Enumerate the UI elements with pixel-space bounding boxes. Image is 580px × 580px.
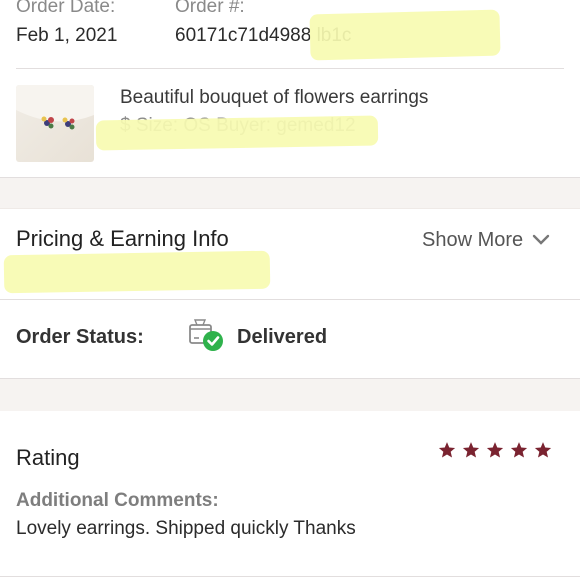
rating-title: Rating	[16, 445, 80, 470]
redaction-highlight	[3, 250, 271, 294]
order-date-value: Feb 1, 2021	[16, 25, 118, 46]
show-more-label: Show More	[422, 229, 524, 251]
section-gap	[0, 379, 580, 411]
additional-comments-text: Lovely earrings. Shipped quickly Thanks	[16, 518, 356, 539]
divider	[0, 299, 580, 300]
section-gap	[0, 178, 580, 208]
additional-comments-label: Additional Comments:	[16, 490, 219, 511]
redaction-highlight	[309, 9, 501, 61]
order-status-value: Delivered	[237, 326, 328, 348]
item-thumbnail[interactable]	[16, 85, 94, 162]
star-icon	[462, 442, 480, 458]
divider	[16, 68, 564, 69]
chevron-down-icon	[532, 229, 550, 252]
star-icon	[486, 442, 504, 458]
star-icon	[534, 442, 552, 458]
item-title[interactable]: Beautiful bouquet of flowers earrings	[120, 87, 428, 109]
order-date-label: Order Date:	[16, 0, 116, 17]
show-more-button[interactable]: Show More	[422, 229, 550, 252]
order-status-label: Order Status:	[16, 326, 144, 348]
rating-stars	[432, 441, 552, 459]
star-icon	[438, 442, 456, 458]
divider	[0, 576, 580, 577]
divider	[0, 208, 580, 209]
star-icon	[510, 442, 528, 458]
delivered-box-icon	[188, 319, 228, 355]
redaction-highlight	[95, 115, 379, 151]
order-number-label: Order #:	[175, 0, 245, 17]
pricing-title: Pricing & Earning Info	[16, 226, 229, 251]
